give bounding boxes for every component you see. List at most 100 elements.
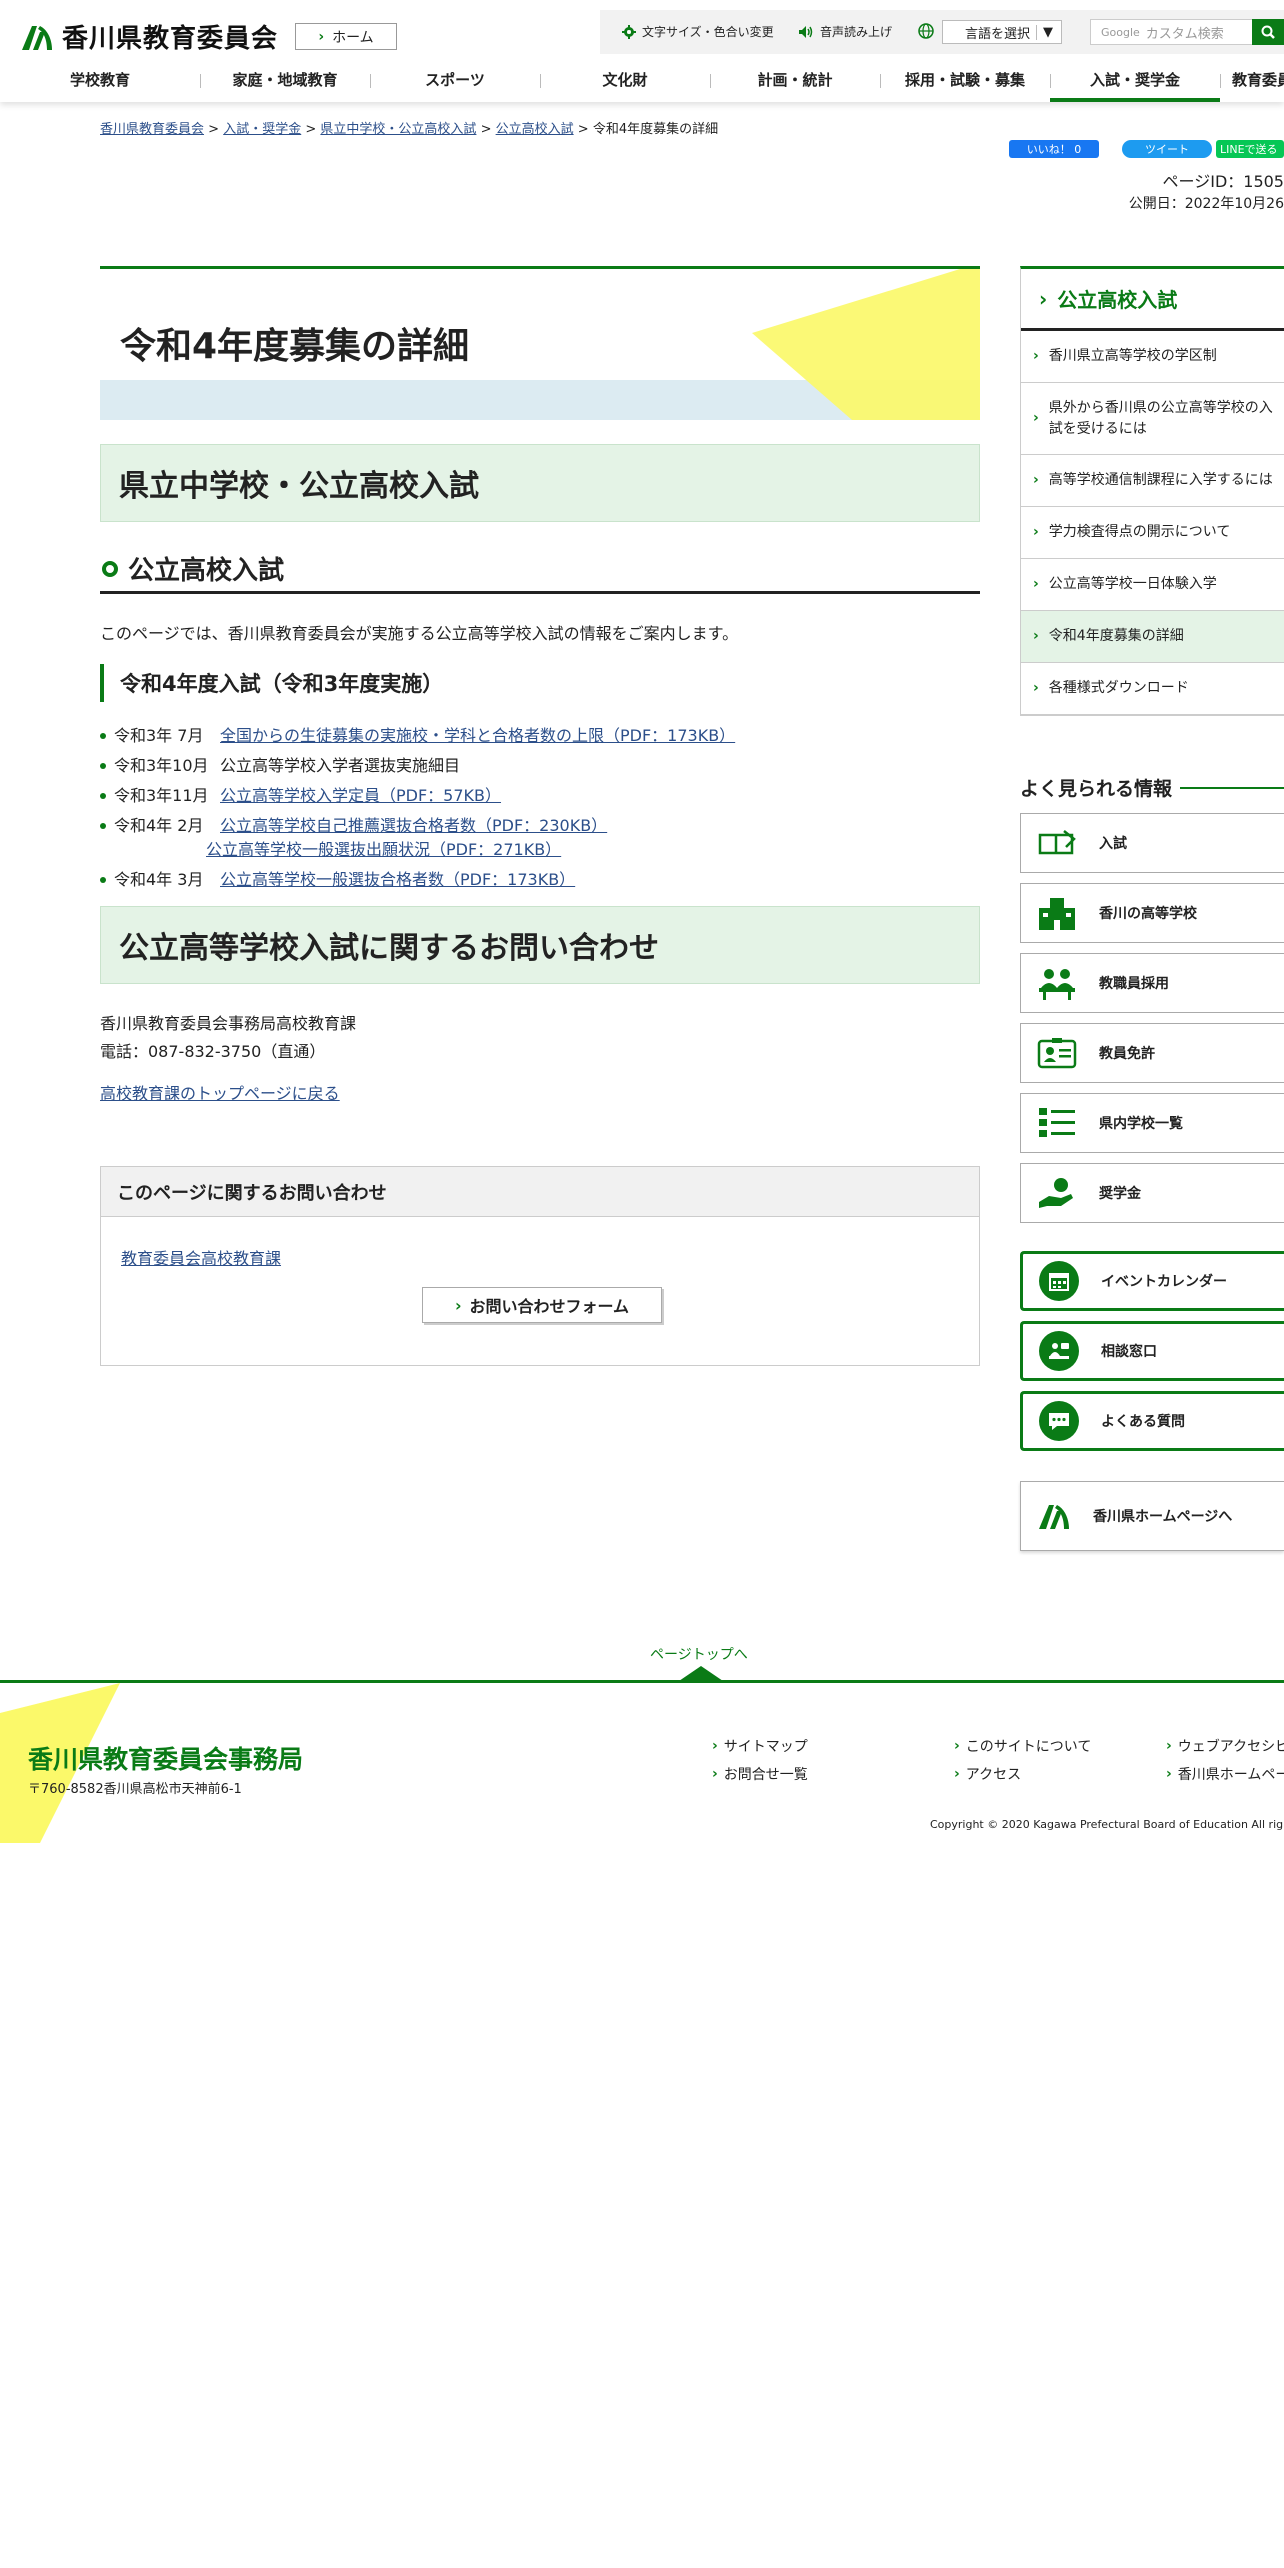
dropdown-arrow-icon: ▼ <box>1036 24 1053 40</box>
event-calendar-link[interactable]: イベントカレンダー <box>1020 1251 1284 1311</box>
pdf-link[interactable]: 公立高等学校自己推薦選抜合格者数（PDF：230KB） <box>220 814 607 838</box>
page-top-arrow-icon[interactable] <box>679 1666 723 1681</box>
gnav-board[interactable]: 教育委員 <box>1220 62 1284 102</box>
voice-label: 音声読み上げ <box>820 25 893 39</box>
main-content: 令和4年度募集の詳細 県立中学校・公立高校入試 公立高校入試 このページでは、香… <box>100 266 980 1366</box>
circle-bullet-icon <box>102 560 118 577</box>
footer-link-about[interactable]: › このサイトについて <box>954 1736 1091 1756</box>
gnav-plans-statistics[interactable]: 計画・統計 <box>710 62 880 102</box>
chevron-right-icon: › <box>318 28 325 45</box>
popular-item-scholarship[interactable]: 奨学金 <box>1020 1163 1284 1223</box>
search-icon <box>1261 25 1275 39</box>
language-select-label: 言語を選択 <box>964 26 1030 42</box>
chevron-right-icon: › <box>1033 628 1039 644</box>
chevron-right-icon: › <box>1039 286 1048 311</box>
pdf-link[interactable]: 全国からの生徒募集の実施校・学科と合格者数の上限（PDF：173KB） <box>220 724 735 748</box>
search-button[interactable] <box>1252 19 1284 45</box>
footer-link-sitemap[interactable]: › サイトマップ <box>712 1736 808 1756</box>
gnav-school-education[interactable]: 学校教育 <box>0 62 200 102</box>
section-heading: 県立中学校・公立高校入試 <box>100 444 980 522</box>
kagawa-emblem-icon <box>1039 1505 1069 1529</box>
department-link[interactable]: 教育委員会高校教育課 <box>121 1245 281 1269</box>
footer-link-accessibility[interactable]: › ウェブアクセシビ <box>1166 1736 1284 1756</box>
gnav-admissions[interactable]: 入試・奨学金 <box>1050 62 1220 102</box>
local-nav-item[interactable]: › 各種様式ダウンロード <box>1021 663 1284 715</box>
faq-link[interactable]: よくある質問 <box>1020 1391 1284 1451</box>
popular-item-high-schools[interactable]: 香川の高等学校 <box>1020 883 1284 943</box>
pdf-link[interactable]: 公立高等学校一般選抜合格者数（PDF：173KB） <box>220 868 575 892</box>
chevron-right-icon: › <box>1033 576 1039 592</box>
chevron-right-icon: › <box>1033 472 1039 488</box>
id-card-icon <box>1037 1035 1077 1071</box>
subsection-heading: 公立高校入試 <box>100 546 980 594</box>
chevron-right-icon: › <box>1033 410 1039 426</box>
facebook-like-button[interactable]: いいね！ 0 <box>1009 140 1099 158</box>
breadcrumb-link[interactable]: 県立中学校・公立高校入試 <box>320 122 476 137</box>
chevron-right-icon: › <box>954 1766 960 1782</box>
site-logo[interactable]: 香川県教育委員会 <box>20 18 278 55</box>
line-share-button[interactable]: LINEで送る <box>1216 140 1284 158</box>
copyright: Copyright © 2020 Kagawa Prefectural Boar… <box>930 1818 1284 1831</box>
globe-icon <box>918 23 934 39</box>
breadcrumb-link[interactable]: 香川県教育委員会 <box>100 122 204 137</box>
local-nav-item[interactable]: › 高等学校通信制課程に入学するには <box>1021 455 1284 507</box>
chevron-right-icon: › <box>1033 680 1039 696</box>
chevron-right-icon: › <box>1166 1738 1172 1754</box>
breadcrumb-link[interactable]: 入試・奨学金 <box>223 122 301 137</box>
footer-link-contacts[interactable]: › お問合せ一覧 <box>712 1764 808 1784</box>
inquiry-box: このページに関するお問い合わせ 教育委員会高校教育課 › お問い合わせフォーム <box>100 1166 980 1366</box>
language-select[interactable]: 言語を選択 ▼ <box>942 20 1062 44</box>
page-id: ページID：1505 <box>1162 172 1284 191</box>
voice-reading-link[interactable]: 音声読み上げ <box>798 23 892 40</box>
popular-item-school-list[interactable]: 県内学校一覧 <box>1020 1093 1284 1153</box>
local-nav-title[interactable]: › 公立高校入試 <box>1021 269 1284 331</box>
font-color-settings-link[interactable]: 文字サイズ・色合い変更 <box>622 23 774 40</box>
consultation-link[interactable]: 相談窓口 <box>1020 1321 1284 1381</box>
inquiry-form-button[interactable]: › お問い合わせフォーム <box>422 1287 662 1323</box>
schedule-list: 令和3年 7月 全国からの生徒募集の実施校・学科と合格者数の上限（PDF：173… <box>100 724 980 892</box>
pdf-link[interactable]: 公立高等学校一般選抜出願状況（PDF：271KB） <box>206 838 607 862</box>
popular-item-license[interactable]: 教員免許 <box>1020 1023 1284 1083</box>
list-item: 令和3年11月 公立高等学校入学定員（PDF：57KB） <box>100 784 980 808</box>
popular-item-recruitment[interactable]: 教職員採用 <box>1020 953 1284 1013</box>
book-pen-icon <box>1037 825 1077 861</box>
footer-link-prefecture[interactable]: › 香川県ホームペー <box>1166 1764 1284 1784</box>
list-item: 令和3年 7月 全国からの生徒募集の実施校・学科と合格者数の上限（PDF：173… <box>100 724 980 748</box>
search-placeholder: カスタム検索 <box>1145 26 1224 42</box>
page-top-link[interactable]: ページトップへ <box>650 1644 748 1664</box>
tweet-button[interactable]: ツイート <box>1122 140 1212 158</box>
contact-org: 香川県教育委員会事務局高校教育課 <box>100 1014 357 1033</box>
local-nav: › 公立高校入試 › 香川県立高等学校の学区制 › 県外から香川県の公立高等学校の入… <box>1020 266 1284 716</box>
local-nav-item[interactable]: › 県外から香川県の公立高等学校の入試を受けるには <box>1021 383 1284 455</box>
footer-link-access[interactable]: › アクセス <box>954 1764 1021 1784</box>
list-item: 令和4年 2月 公立高等学校自己推薦選抜合格者数（PDF：230KB） 公立高等… <box>100 814 980 862</box>
popular-heading: よく見られる情報 <box>1020 774 1284 801</box>
gnav-sports[interactable]: スポーツ <box>370 62 540 102</box>
breadcrumb-link[interactable]: 公立高校入試 <box>496 122 574 137</box>
back-to-top-link[interactable]: 高校教育課のトップページに戻る <box>100 1080 980 1104</box>
footer-address: 〒760-8582香川県高松市天神前6-1 <box>28 1782 242 1797</box>
gnav-cultural-assets[interactable]: 文化財 <box>540 62 710 102</box>
pdf-link[interactable]: 公立高等学校入学定員（PDF：57KB） <box>220 784 501 808</box>
speaker-icon <box>799 25 813 38</box>
inquiry-title: このページに関するお問い合わせ <box>101 1167 979 1217</box>
popular-item-admissions[interactable]: 入試 <box>1020 813 1284 873</box>
local-nav-item[interactable]: › 香川県立高等学校の学区制 <box>1021 331 1284 383</box>
contact-info: 香川県教育委員会事務局高校教育課 電話：087-832-3750（直通） <box>100 1010 980 1066</box>
contact-heading: 公立高等学校入試に関するお問い合わせ <box>100 906 980 984</box>
local-nav-item-current[interactable]: › 令和4年度募集の詳細 <box>1021 611 1284 663</box>
local-nav-item[interactable]: › 学力検査得点の開示について <box>1021 507 1284 559</box>
gnav-family-community[interactable]: 家庭・地域教育 <box>200 62 370 102</box>
breadcrumb-current: 令和4年度募集の詳細 <box>592 122 719 137</box>
gnav-recruitment[interactable]: 採用・試験・募集 <box>880 62 1050 102</box>
global-nav: 学校教育 家庭・地域教育 スポーツ 文化財 計画・統計 採用・試験・募集 入試・… <box>0 62 1284 102</box>
year-heading: 令和4年度入試（令和3年度実施） <box>100 664 980 702</box>
prefecture-homepage-link[interactable]: 香川県ホームページへ <box>1020 1481 1284 1551</box>
chevron-right-icon: › <box>712 1738 718 1754</box>
page-title: 令和4年度募集の詳細 <box>120 326 470 367</box>
home-button[interactable]: › ホーム <box>295 23 397 50</box>
local-nav-item[interactable]: › 公立高等学校一日体験入学 <box>1021 559 1284 611</box>
breadcrumb: 香川県教育委員会 > 入試・奨学金 > 県立中学校・公立高校入試 > 公立高校入… <box>100 122 719 137</box>
footer-org-name: 香川県教育委員会事務局 <box>28 1745 304 1774</box>
school-building-icon <box>1037 895 1077 931</box>
